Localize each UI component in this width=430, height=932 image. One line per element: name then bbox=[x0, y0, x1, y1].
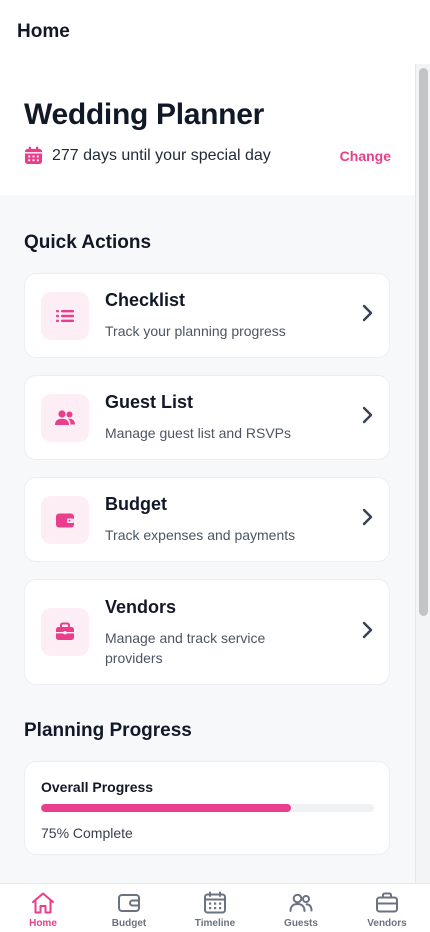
top-bar-title: Home bbox=[17, 21, 70, 42]
progress-bar-fill bbox=[41, 804, 291, 812]
quick-action-title: Guest List bbox=[105, 392, 194, 412]
top-bar: Home bbox=[0, 0, 430, 64]
chevron-right-icon bbox=[361, 406, 373, 429]
countdown: 277 days until your special day bbox=[24, 146, 271, 165]
quick-actions-section: Quick Actions Checklist Track your plann… bbox=[0, 232, 415, 685]
chevron-right-icon bbox=[361, 304, 373, 327]
nav-label: Budget bbox=[111, 918, 147, 929]
quick-action-subtitle: Track expenses and payments bbox=[105, 527, 296, 543]
countdown-text: 277 days until your special day bbox=[52, 146, 271, 164]
quick-action-guest-list[interactable]: Guest List Manage guest list and RSVPs bbox=[24, 375, 390, 460]
quick-action-subtitle: Manage guest list and RSVPs bbox=[105, 425, 291, 441]
briefcase-icon bbox=[374, 891, 400, 915]
nav-label: Guests bbox=[284, 918, 318, 929]
quick-action-title: Checklist bbox=[105, 290, 186, 310]
quick-action-budget[interactable]: Budget Track expenses and payments bbox=[24, 477, 390, 562]
scrollbar-thumb[interactable] bbox=[419, 68, 428, 616]
chevron-right-icon bbox=[361, 508, 373, 531]
nav-item-home[interactable]: Home bbox=[0, 884, 86, 929]
calendar-icon bbox=[202, 891, 228, 915]
scrollbar[interactable] bbox=[415, 64, 430, 883]
bottom-navigation: Home Budget Timeline Guests Vendors bbox=[0, 883, 430, 932]
calendar-icon bbox=[24, 146, 43, 165]
chevron-right-icon bbox=[361, 621, 373, 644]
main-scroll-area[interactable]: Wedding Planner 277 days until your spec… bbox=[0, 64, 415, 883]
planning-progress-section: Planning Progress Overall Progress 75% C… bbox=[0, 720, 415, 855]
nav-item-guests[interactable]: Guests bbox=[258, 884, 344, 929]
quick-action-checklist[interactable]: Checklist Track your planning progress bbox=[24, 273, 390, 358]
progress-label: Overall Progress bbox=[41, 779, 154, 795]
nav-label: Home bbox=[29, 918, 57, 929]
nav-label: Vendors bbox=[367, 918, 407, 929]
quick-action-subtitle: Track your planning progress bbox=[105, 323, 286, 339]
progress-card: Overall Progress 75% Complete bbox=[24, 761, 390, 855]
home-icon bbox=[30, 891, 56, 915]
nav-label: Timeline bbox=[194, 918, 236, 929]
list-icon bbox=[41, 291, 89, 340]
hero-header: Wedding Planner 277 days until your spec… bbox=[0, 64, 415, 195]
briefcase-icon bbox=[41, 608, 89, 656]
progress-percent-text: 75% Complete bbox=[41, 825, 133, 841]
change-date-button[interactable]: Change bbox=[340, 148, 391, 164]
nav-item-timeline[interactable]: Timeline bbox=[172, 884, 258, 929]
wallet-icon bbox=[41, 495, 89, 544]
quick-action-title: Vendors bbox=[105, 596, 177, 617]
quick-action-vendors[interactable]: Vendors Manage and track service provide… bbox=[24, 579, 390, 685]
quick-action-title: Budget bbox=[105, 494, 167, 514]
users-icon bbox=[288, 891, 314, 915]
page-title: Wedding Planner bbox=[24, 98, 264, 131]
nav-item-budget[interactable]: Budget bbox=[86, 884, 172, 929]
wallet-icon bbox=[116, 891, 142, 915]
quick-actions-title: Quick Actions bbox=[24, 232, 152, 253]
progress-bar bbox=[41, 804, 374, 812]
countdown-row: 277 days until your special day Change bbox=[24, 146, 391, 165]
nav-item-vendors[interactable]: Vendors bbox=[344, 884, 430, 929]
quick-action-subtitle: Manage and track service providers bbox=[105, 629, 266, 666]
planning-progress-title: Planning Progress bbox=[24, 720, 192, 741]
app-root: Home Wedding Planner 277 days until your… bbox=[0, 0, 430, 932]
users-icon bbox=[41, 393, 89, 442]
